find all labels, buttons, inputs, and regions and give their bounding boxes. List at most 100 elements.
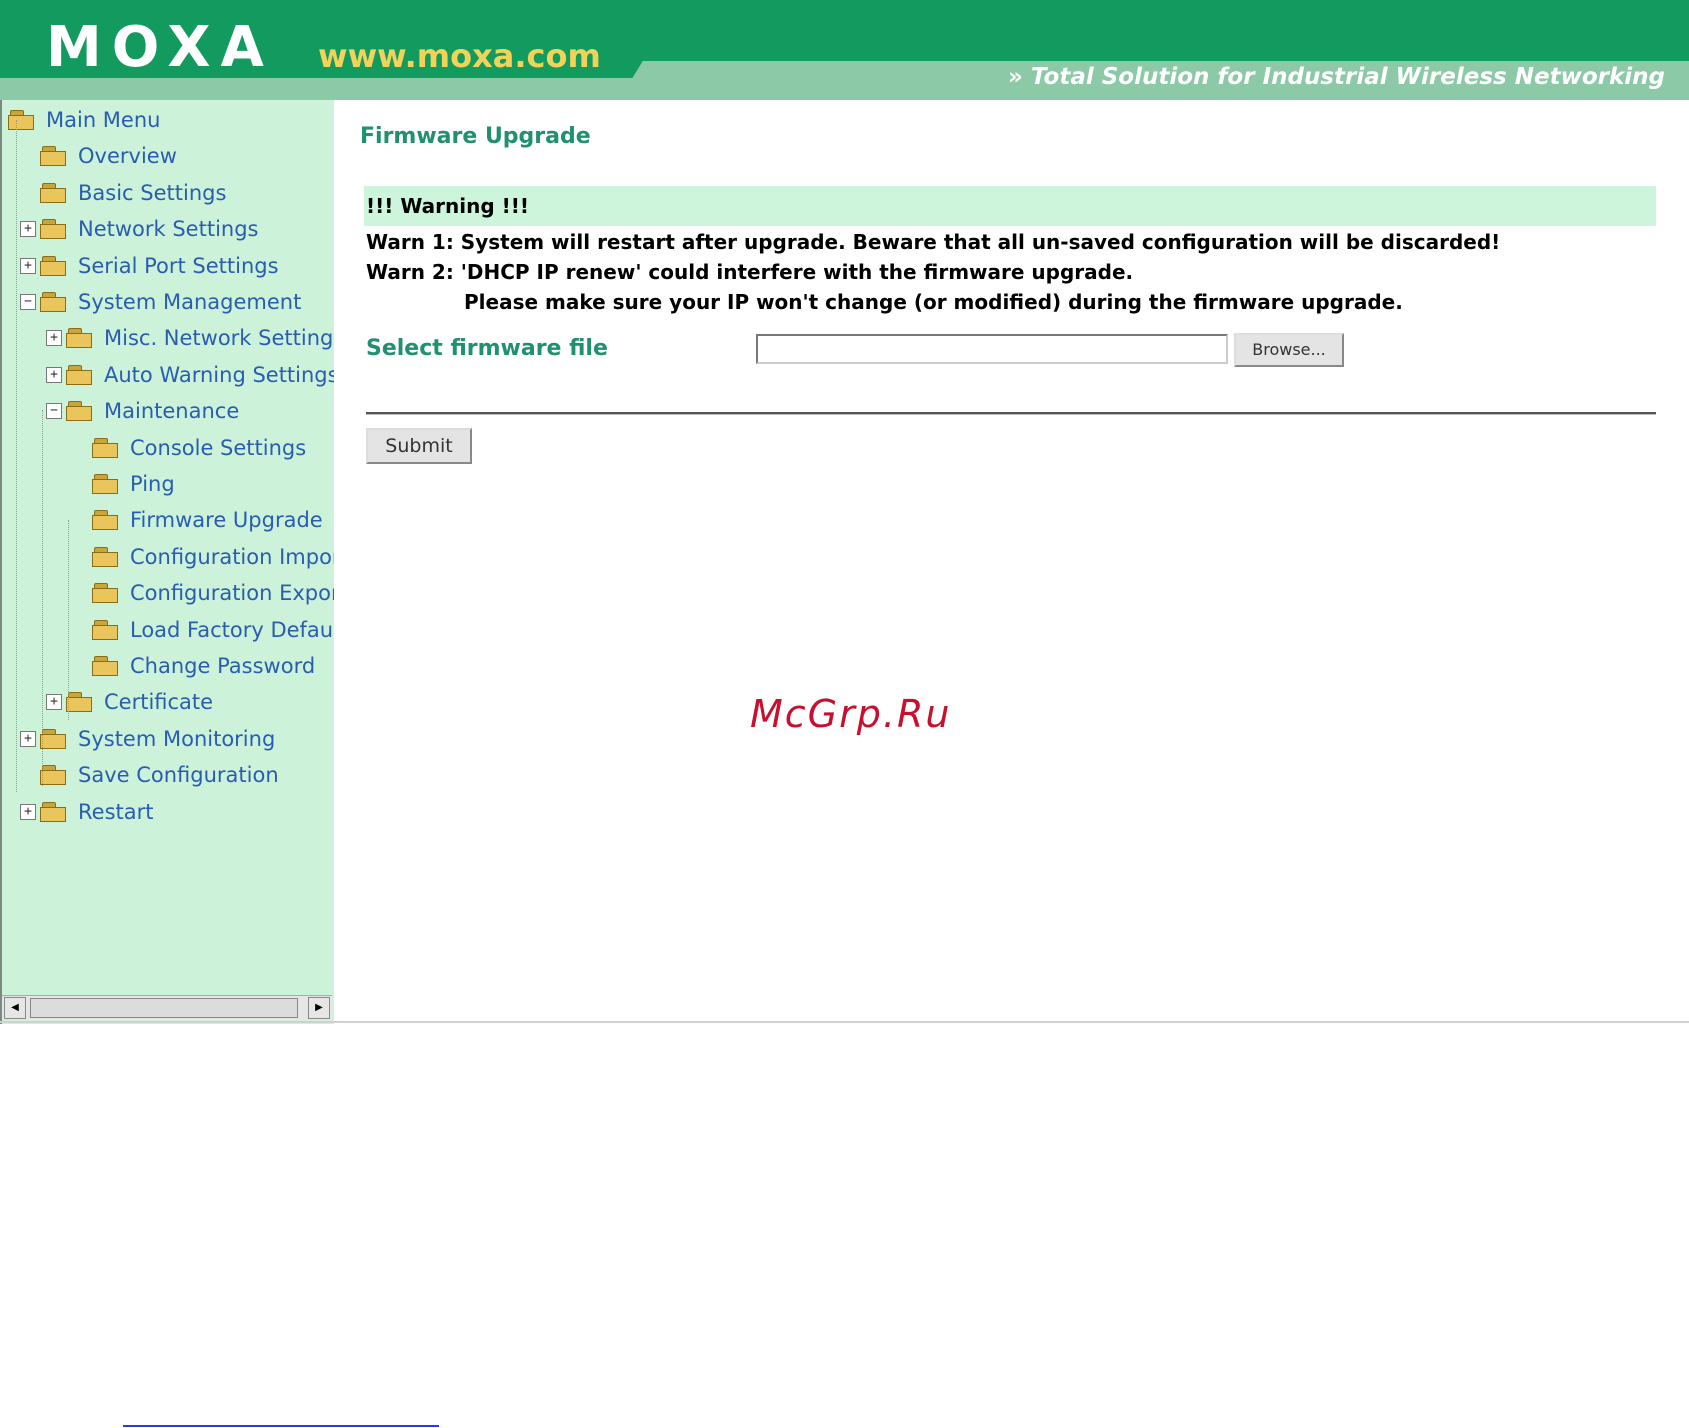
firmware-file-input[interactable] (756, 334, 1228, 364)
collapse-icon[interactable]: − (46, 403, 62, 420)
folder-icon (92, 437, 120, 458)
menu-item-label: Load Factory Default (130, 617, 334, 642)
expand-icon[interactable]: + (46, 330, 62, 347)
menu-item-system-monitoring[interactable]: + System Monitoring (20, 721, 275, 757)
menu-item-load-factory-default[interactable]: Load Factory Default (72, 612, 334, 648)
menu-item-ping[interactable]: Ping (72, 466, 175, 502)
folder-icon (66, 328, 94, 349)
sidebar-horizontal-scrollbar[interactable]: ◀ ▶ (2, 995, 332, 1020)
tree-connector (72, 585, 88, 601)
expand-icon[interactable]: + (46, 366, 62, 383)
menu-item-configuration-export[interactable]: Configuration Export (72, 575, 334, 611)
tree-connector (72, 658, 88, 674)
menu-item-label: Basic Settings (78, 180, 227, 205)
folder-icon (66, 692, 94, 713)
menu-item-save-configuration[interactable]: Save Configuration (20, 757, 279, 793)
page-title: Firmware Upgrade (360, 124, 591, 149)
menu-item-label: Restart (78, 799, 154, 824)
folder-icon (92, 546, 120, 567)
menu-item-label: Main Menu (46, 108, 161, 132)
scroll-left-arrow-icon[interactable]: ◀ (4, 997, 26, 1019)
tree-connector (20, 767, 36, 783)
folder-icon (40, 219, 68, 240)
folder-icon (92, 583, 120, 604)
menu-root-main-menu[interactable]: Main Menu (8, 102, 160, 138)
tree-connector-line (16, 120, 17, 792)
menu-item-label: Change Password (130, 654, 316, 678)
menu-item-firmware-upgrade[interactable]: Firmware Upgrade (72, 502, 323, 538)
expand-icon[interactable]: + (46, 694, 62, 711)
tree-connector-line (68, 520, 69, 720)
menu-item-label: Auto Warning Settings (104, 362, 334, 387)
warning-title: !!! Warning !!! (366, 194, 530, 218)
expand-icon[interactable]: + (20, 221, 36, 238)
folder-icon (92, 510, 120, 531)
folder-icon (66, 364, 94, 385)
double-chevron-icon: » (1007, 64, 1023, 90)
menu-item-network-settings[interactable]: + Network Settings (20, 211, 259, 247)
tree-connector-line (42, 410, 43, 786)
header-banner: MOXA www.moxa.com » Total Solution for In… (0, 0, 1689, 100)
select-firmware-label: Select firmware file (366, 336, 608, 361)
tree-connector (20, 185, 36, 201)
moxa-logo[interactable]: MOXA (46, 18, 274, 78)
menu-item-label: Overview (78, 144, 177, 169)
scroll-right-arrow-icon[interactable]: ▶ (308, 997, 330, 1019)
menu-item-overview[interactable]: Overview (20, 138, 177, 174)
expand-icon[interactable]: + (20, 257, 36, 274)
warn-2-note-text: Please make sure your IP won't change (o… (464, 290, 1403, 314)
watermark-text: McGrp.Ru (750, 692, 952, 736)
folder-icon (40, 728, 68, 749)
folder-icon (40, 255, 68, 276)
menu-item-label: Serial Port Settings (78, 253, 279, 278)
tree-connector (72, 512, 88, 528)
menu-item-certificate[interactable]: + Certificate (46, 684, 213, 720)
menu-item-label: Maintenance (104, 399, 240, 424)
menu-item-misc-network-settings[interactable]: + Misc. Network Settings (46, 320, 334, 356)
menu-item-serial-port-settings[interactable]: + Serial Port Settings (20, 248, 279, 284)
warn-2-text: Warn 2: 'DHCP IP renew' could interfere … (366, 260, 1134, 284)
browse-button[interactable]: Browse... (1234, 333, 1344, 367)
warning-band (364, 186, 1656, 226)
menu-item-basic-settings[interactable]: Basic Settings (20, 175, 226, 211)
tagline-text: Total Solution for Industrial Wireless N… (1030, 64, 1665, 90)
footer-link-underline[interactable] (123, 1425, 439, 1427)
menu-item-label: Configuration Export (130, 581, 334, 606)
tree-connector (72, 622, 88, 638)
menu-item-maintenance[interactable]: − Maintenance (46, 393, 239, 429)
folder-icon (40, 292, 68, 312)
tree-connector (20, 148, 36, 164)
menu-item-label: System Monitoring (78, 726, 276, 751)
menu-item-restart[interactable]: + Restart (20, 794, 153, 830)
frame-bottom-border (0, 1021, 1689, 1023)
menu-item-label: Certificate (104, 690, 214, 715)
separator-line (366, 412, 1656, 415)
tree-connector (72, 476, 88, 492)
expand-icon[interactable]: + (20, 730, 36, 747)
collapse-icon[interactable]: − (20, 294, 36, 310)
menu-item-label: Ping (130, 472, 175, 496)
folder-icon (8, 110, 36, 130)
warn-1-text: Warn 1: System will restart after upgrad… (366, 230, 1501, 254)
menu-item-system-management[interactable]: − System Management (20, 284, 301, 320)
scrollbar-thumb[interactable] (30, 998, 298, 1018)
folder-icon (40, 801, 68, 822)
menu-item-label: Firmware Upgrade (130, 508, 323, 533)
folder-icon (92, 619, 120, 640)
tree-connector (72, 440, 88, 456)
submit-button[interactable]: Submit (366, 428, 472, 464)
main-menu-sidebar: Main Menu Overview Basic Settings + Network … (0, 100, 334, 1024)
tree-connector (72, 549, 88, 565)
menu-item-change-password[interactable]: Change Password (72, 648, 315, 684)
menu-item-label: Network Settings (78, 217, 259, 242)
folder-icon (40, 765, 68, 786)
folder-icon (40, 146, 68, 167)
folder-icon (66, 401, 94, 422)
menu-item-auto-warning-settings[interactable]: + Auto Warning Settings (46, 357, 334, 393)
menu-item-console-settings[interactable]: Console Settings (72, 430, 306, 466)
folder-icon (92, 656, 120, 676)
expand-icon[interactable]: + (20, 803, 36, 820)
site-url[interactable]: www.moxa.com (318, 36, 601, 76)
tagline: » Total Solution for Industrial Wireless … (1008, 62, 1665, 92)
menu-item-configuration-import[interactable]: Configuration Import (72, 539, 334, 575)
